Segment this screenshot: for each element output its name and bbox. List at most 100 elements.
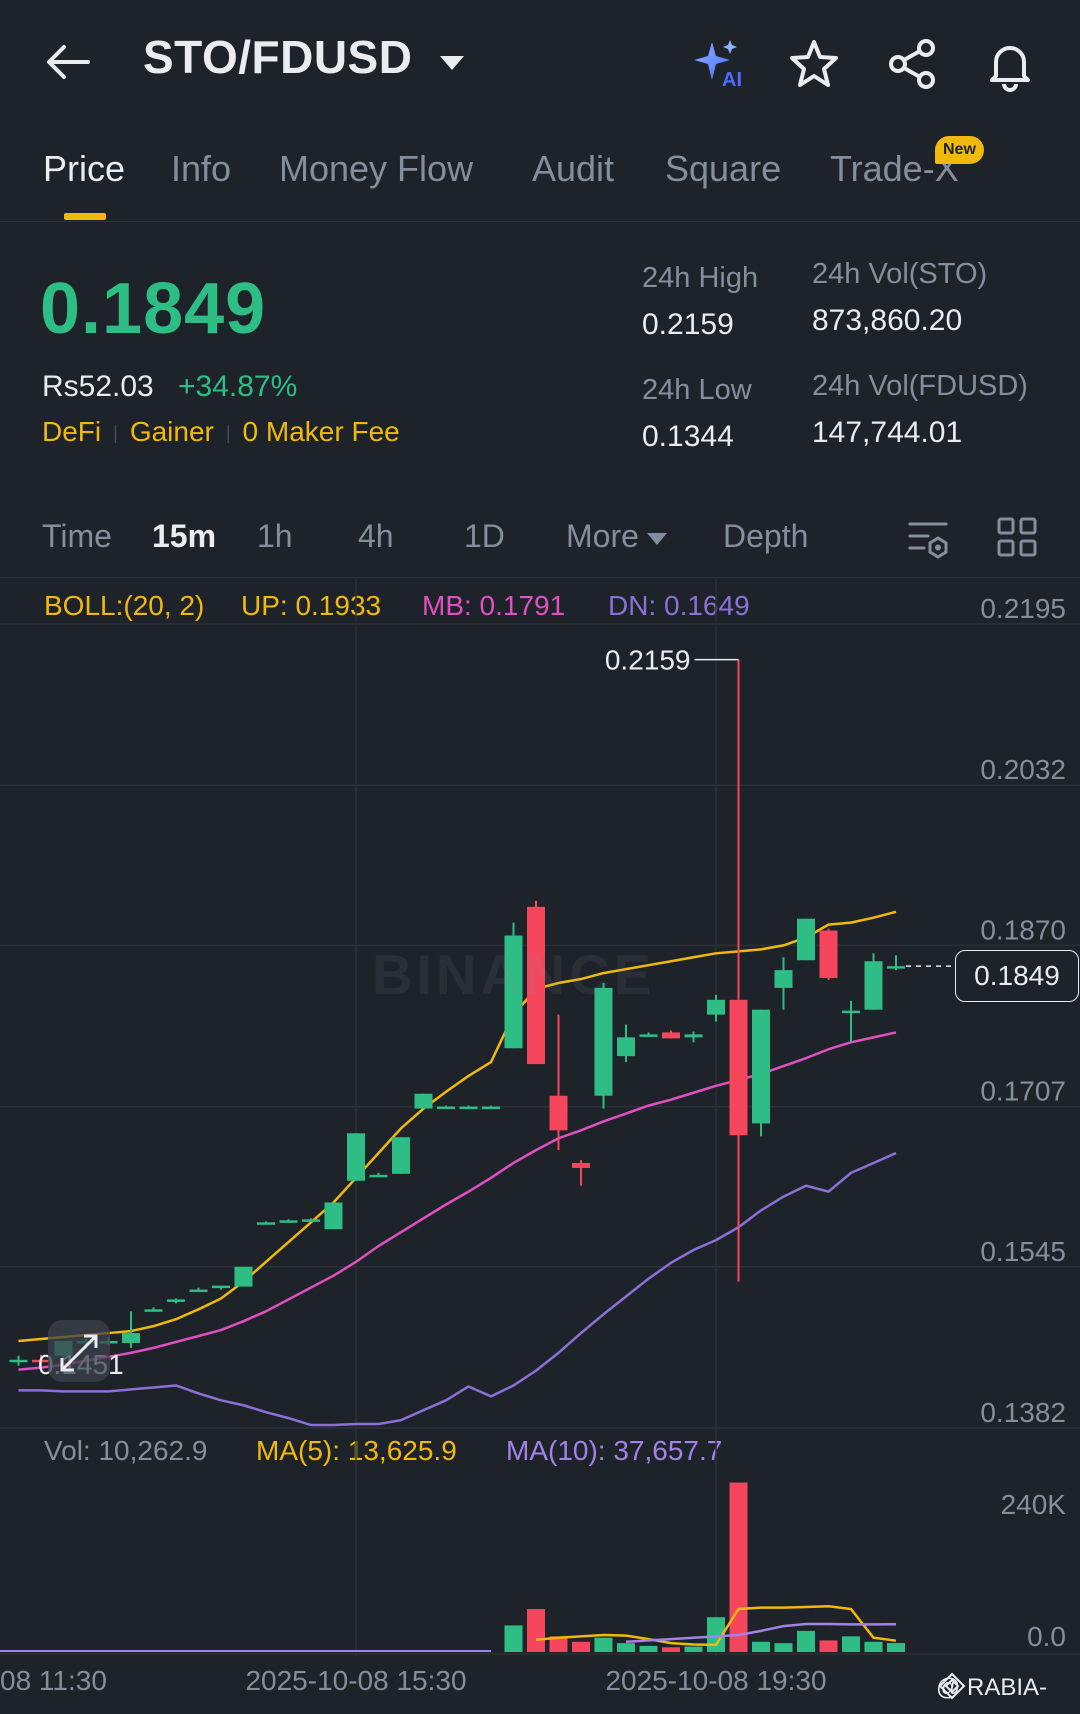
candle-body	[864, 961, 883, 1010]
candle-body	[9, 1359, 28, 1363]
volume-bar	[887, 1642, 905, 1652]
candle-body	[189, 1289, 208, 1293]
candle-body	[482, 1106, 500, 1110]
price-axis-tick: 0.1870	[980, 914, 1066, 945]
share-icon[interactable]	[884, 36, 940, 92]
binance-watermark: BINANCE	[372, 943, 656, 1006]
price-axis-tick: 0.1707	[980, 1076, 1066, 1107]
time-axis-tick: 08 11:30	[0, 1665, 107, 1696]
volume-bar	[729, 1482, 748, 1652]
volume-bar	[662, 1647, 680, 1652]
high-label: 24h High	[642, 262, 759, 294]
bell-icon[interactable]	[982, 36, 1038, 92]
interval-1h[interactable]: 1h	[257, 518, 293, 555]
price-change-percent: +34.87%	[178, 370, 298, 403]
token-tags: DeFi | Gainer | 0 Maker Fee	[42, 416, 400, 447]
interval-15m[interactable]: 15m	[152, 518, 216, 555]
volume-bar	[504, 1625, 523, 1652]
candle-body	[797, 918, 815, 961]
volume-bar	[639, 1645, 658, 1652]
active-tab-indicator	[64, 213, 106, 220]
pair-dropdown-caret-icon[interactable]	[440, 56, 464, 70]
high-marker-label: 0.2159	[605, 645, 691, 676]
boll-dn-line	[18, 1151, 897, 1427]
price-axis-tick: 0.2195	[980, 593, 1066, 624]
fiat-price: Rs52.03	[42, 370, 154, 403]
candle-body	[302, 1219, 320, 1222]
interval-4h[interactable]: 4h	[358, 518, 394, 555]
candle-body	[662, 1032, 680, 1039]
low-label: 24h Low	[642, 374, 752, 406]
candle-body	[459, 1106, 478, 1110]
candle-body	[752, 1009, 770, 1124]
price-axis-tick: 0.2032	[980, 754, 1066, 785]
candle-body	[774, 970, 793, 988]
candle-body	[347, 1133, 365, 1181]
volume-axis-tick: 0.0	[1027, 1621, 1066, 1652]
interval-time[interactable]: Time	[42, 518, 112, 555]
tab-square[interactable]: Square	[665, 148, 781, 190]
volume-bar	[842, 1636, 860, 1652]
volume-bar	[797, 1630, 815, 1652]
candle-body	[212, 1285, 230, 1289]
candle-body	[842, 1010, 860, 1014]
tab-info[interactable]: Info	[171, 148, 231, 190]
last-price: 0.1849	[40, 269, 267, 349]
low-value: 0.1344	[642, 420, 734, 453]
candle-body	[819, 930, 838, 979]
volume-bar	[774, 1643, 793, 1652]
candle-body	[279, 1220, 298, 1223]
vol-quote-value: 147,744.01	[812, 416, 963, 449]
volume-bar	[752, 1641, 770, 1652]
chart-settings-icon[interactable]	[906, 516, 950, 560]
time-axis-tick: 2025-10-08 19:30	[605, 1665, 826, 1696]
candle-body	[122, 1333, 140, 1343]
top-bar: STO/FDUSD AI	[0, 0, 1080, 125]
new-badge: New	[935, 136, 984, 164]
volume-bar	[684, 1646, 703, 1652]
candle-body	[617, 1037, 635, 1057]
volume-bar	[864, 1641, 883, 1652]
candle-body	[437, 1106, 455, 1110]
tag-defi[interactable]: DeFi	[42, 416, 101, 447]
interval-more[interactable]: More	[566, 518, 667, 555]
high-value: 0.2159	[642, 308, 734, 341]
tab-audit[interactable]: Audit	[532, 148, 614, 190]
candle-body	[324, 1202, 343, 1230]
tag-gainer[interactable]: Gainer	[130, 416, 214, 447]
tab-money-flow[interactable]: Money Flow	[279, 148, 473, 190]
star-icon[interactable]	[786, 36, 842, 92]
more-label: More	[566, 518, 639, 554]
back-arrow-icon[interactable]	[44, 42, 92, 82]
candle-body	[257, 1222, 275, 1225]
more-caret-icon	[646, 532, 667, 545]
tag-maker-fee[interactable]: 0 Maker Fee	[243, 416, 400, 447]
interval-depth[interactable]: Depth	[723, 518, 808, 555]
tab-price[interactable]: Price	[43, 148, 125, 190]
candle-body	[234, 1266, 253, 1287]
volume-bar	[819, 1640, 838, 1652]
candle-body	[684, 1034, 703, 1038]
candle-body	[369, 1174, 388, 1178]
trading-pair-title[interactable]: STO/FDUSD	[143, 30, 412, 84]
volume-bar	[594, 1637, 613, 1652]
candle-body	[167, 1299, 185, 1302]
last-price-tag[interactable]: 0.1849	[955, 950, 1079, 1002]
candle-body	[392, 1137, 410, 1174]
svg-text:AI: AI	[722, 69, 742, 91]
candle-body	[887, 966, 905, 969]
candle-body	[639, 1034, 658, 1037]
vol-base-label: 24h Vol(STO)	[812, 258, 988, 290]
ai-sparkle-icon[interactable]: AI	[690, 36, 746, 92]
interval-1d[interactable]: 1D	[464, 518, 505, 555]
volume-axis-tick: 240K	[1001, 1489, 1067, 1520]
credit-text: @ RABIA-	[936, 1674, 1048, 1701]
candle-body	[572, 1162, 590, 1168]
layout-grid-icon[interactable]	[996, 516, 1038, 558]
candle-body	[707, 999, 725, 1015]
candlestick-chart[interactable]: 0.2195 0.2032 0.1870 0.1707 0.1545 0.1382 0.21…	[0, 578, 1080, 1714]
candle-body	[549, 1095, 568, 1131]
section-tabs: Price Info Money Flow Audit Square Trade…	[0, 128, 1080, 222]
volume-bar	[572, 1641, 590, 1652]
volume-bar	[617, 1643, 635, 1652]
